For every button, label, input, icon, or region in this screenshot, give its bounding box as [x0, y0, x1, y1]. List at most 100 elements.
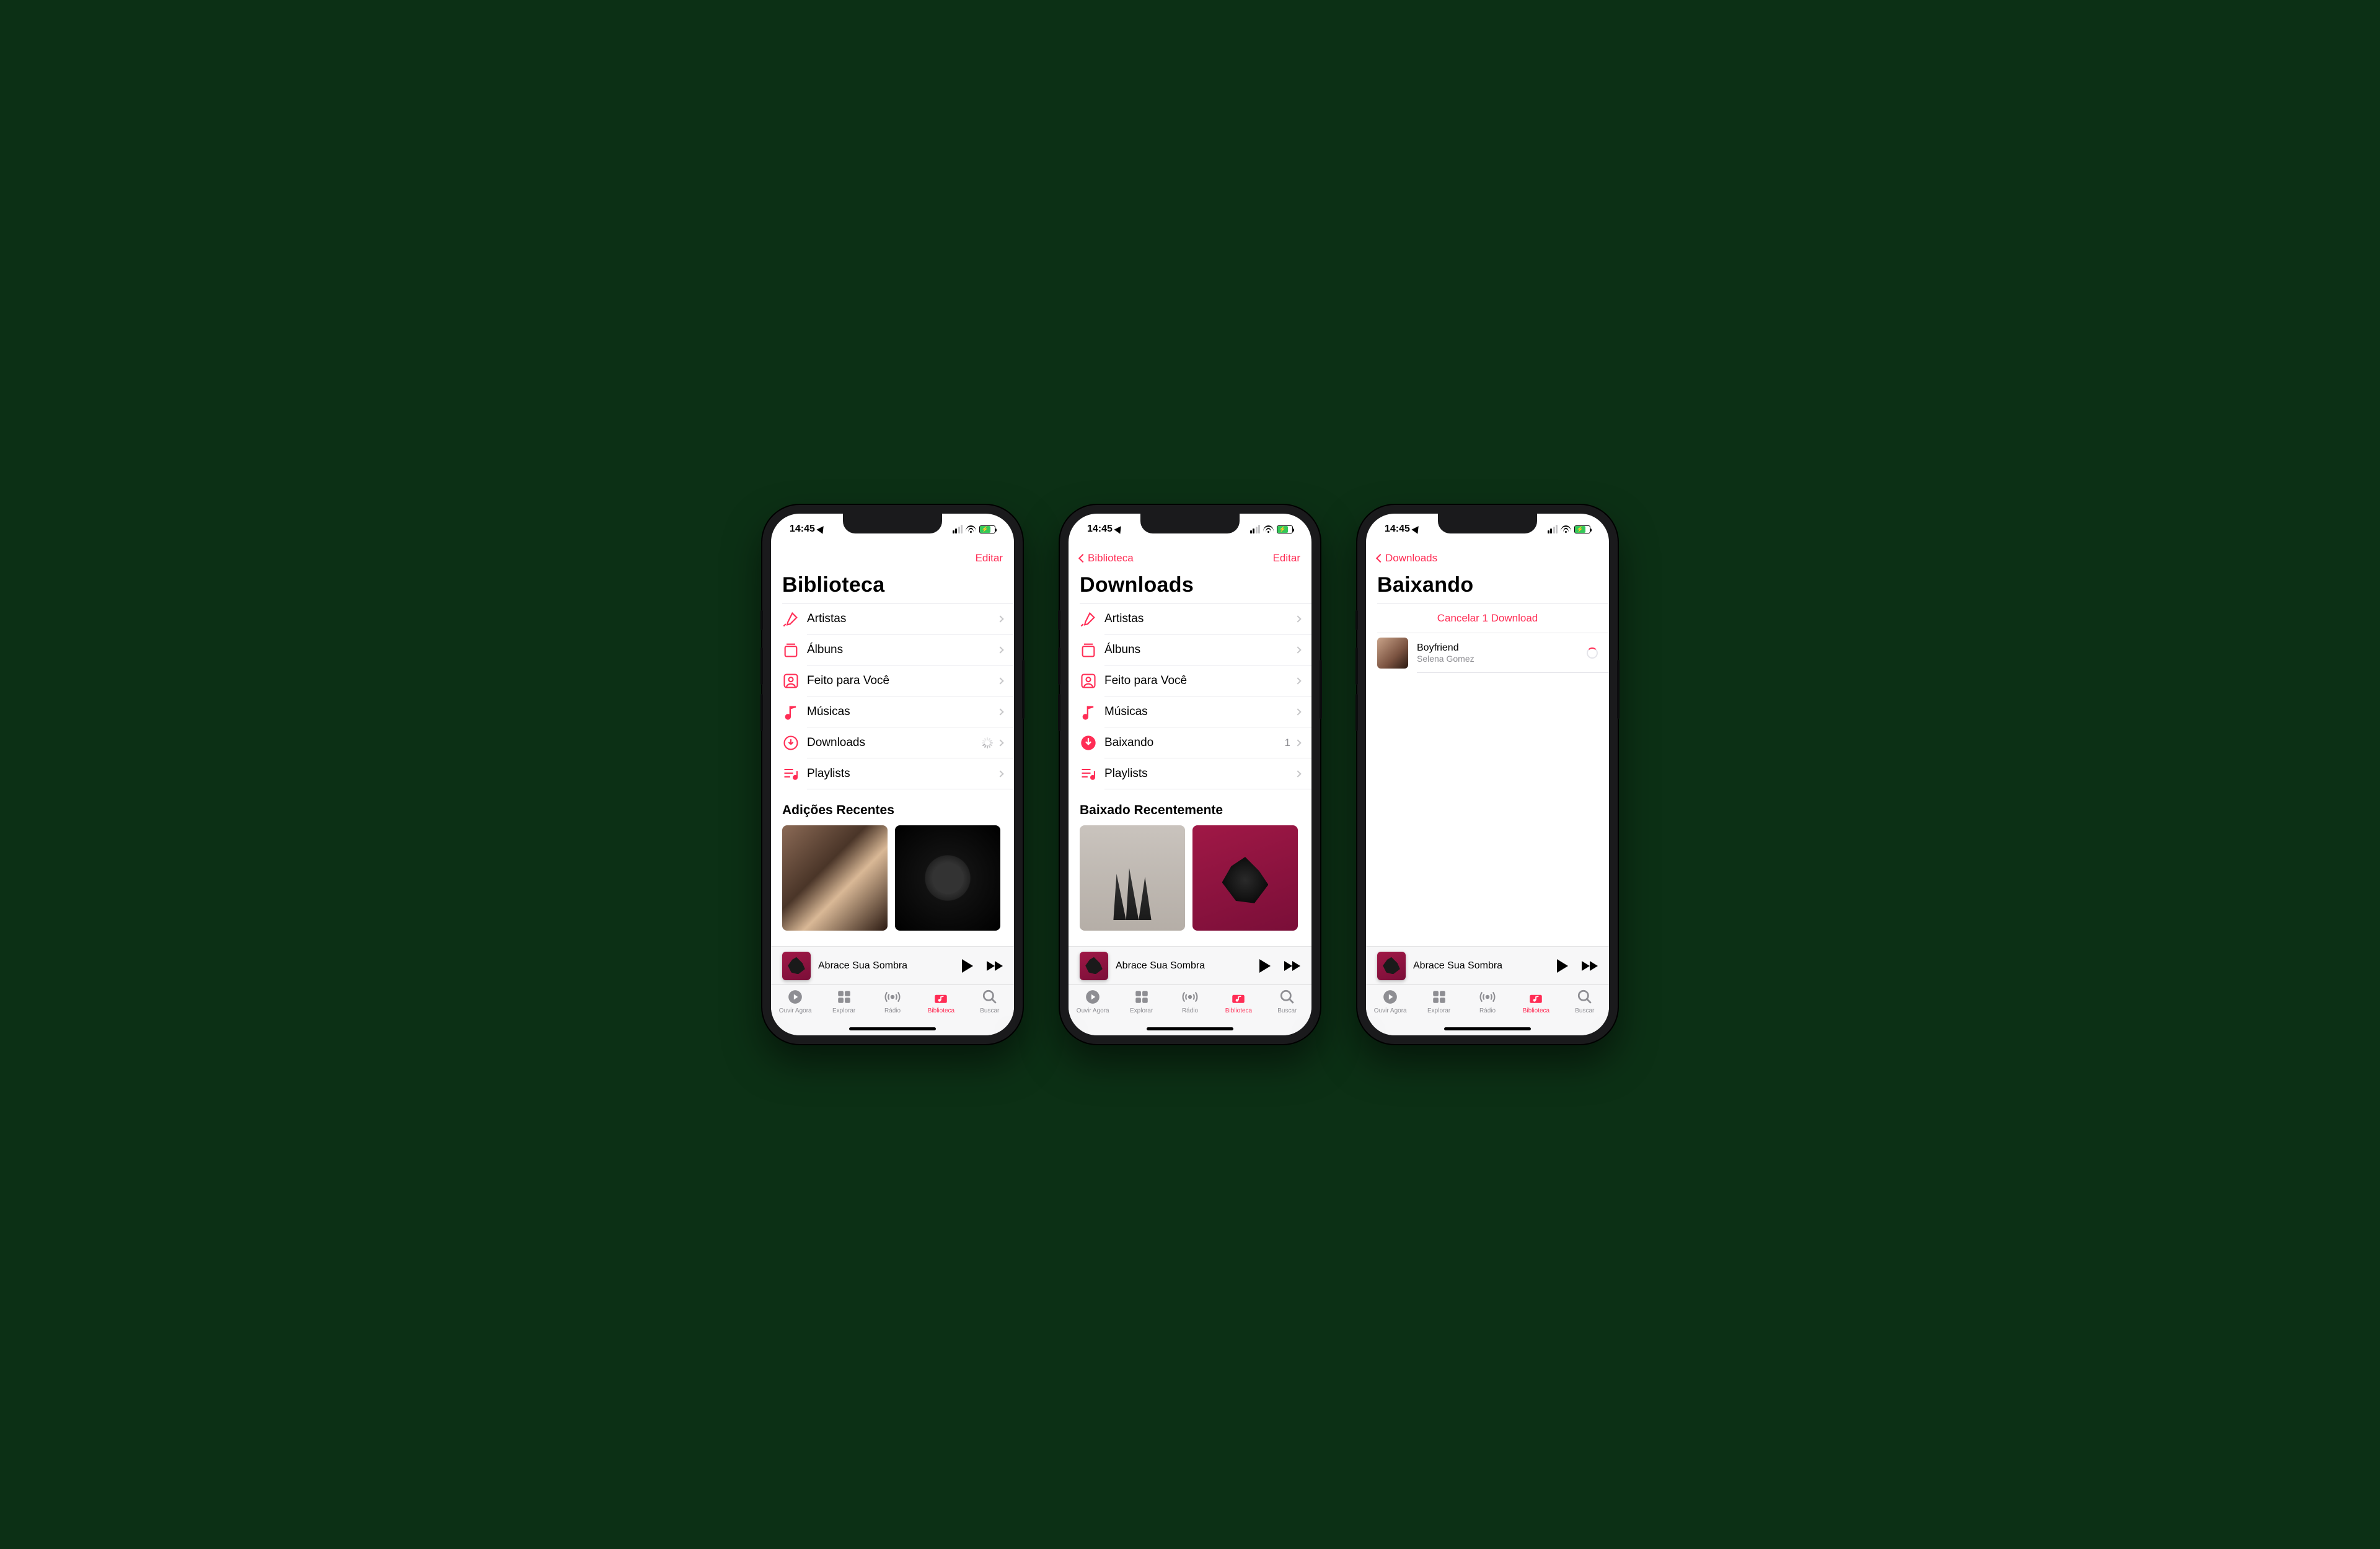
home-indicator[interactable] — [1444, 1027, 1531, 1030]
downloading-count: 1 — [1285, 737, 1290, 749]
wifi-icon — [1561, 525, 1571, 533]
downloads-list: Artistas Álbuns Feito para Você Músicas — [1069, 603, 1311, 789]
play-button[interactable] — [1259, 959, 1271, 973]
albums-icon — [1080, 641, 1097, 659]
tab-listen-now[interactable]: Ouvir Agora — [1069, 989, 1117, 1035]
list-item-songs[interactable]: Músicas — [771, 696, 1014, 727]
music-note-icon — [1080, 703, 1097, 721]
radio-icon — [1479, 989, 1496, 1005]
location-icon — [1411, 524, 1421, 533]
tab-search[interactable]: Buscar — [966, 989, 1014, 1035]
cancel-download-button[interactable]: Cancelar 1 Download — [1366, 603, 1609, 633]
album-art[interactable] — [782, 825, 888, 931]
nav-bar: Editar — [771, 545, 1014, 572]
notch — [1140, 514, 1240, 533]
list-item-artists[interactable]: Artistas — [1069, 603, 1311, 634]
tab-search[interactable]: Buscar — [1263, 989, 1311, 1035]
chevron-right-icon — [1294, 739, 1301, 746]
mini-player[interactable]: Abrace Sua Sombra — [1366, 946, 1609, 985]
forward-button[interactable] — [1582, 961, 1598, 971]
library-list: Artistas Álbuns Feito para Você Músicas — [771, 603, 1014, 789]
signal-icon — [953, 525, 963, 533]
back-button[interactable]: Biblioteca — [1080, 552, 1134, 564]
grid-icon — [836, 989, 852, 1005]
album-art[interactable] — [1080, 825, 1185, 931]
list-item-downloading[interactable]: Baixando 1 — [1069, 727, 1311, 758]
chevron-right-icon — [1294, 708, 1301, 715]
now-playing-title: Abrace Sua Sombra — [1413, 960, 1549, 972]
download-progress-icon[interactable] — [1587, 647, 1598, 659]
back-button[interactable]: Downloads — [1377, 552, 1437, 564]
home-indicator[interactable] — [1147, 1027, 1233, 1030]
notch — [843, 514, 942, 533]
tab-listen-now[interactable]: Ouvir Agora — [1366, 989, 1414, 1035]
list-item-songs[interactable]: Músicas — [1069, 696, 1311, 727]
list-item-artists[interactable]: Artistas — [771, 603, 1014, 634]
chevron-left-icon — [1078, 554, 1087, 563]
chevron-right-icon — [997, 770, 1003, 777]
tab-listen-now[interactable]: Ouvir Agora — [771, 989, 819, 1035]
forward-button[interactable] — [987, 961, 1003, 971]
now-playing-art[interactable] — [782, 952, 811, 980]
list-item-made-for-you[interactable]: Feito para Você — [1069, 665, 1311, 696]
music-note-icon — [782, 703, 800, 721]
list-item-albums[interactable]: Álbuns — [1069, 634, 1311, 665]
phone-library: 14:45 ⚡ Editar Biblioteca Artistas — [762, 505, 1023, 1044]
track-title: Boyfriend — [1417, 643, 1578, 654]
chevron-right-icon — [997, 646, 1003, 653]
nav-bar: Downloads — [1366, 545, 1609, 572]
chevron-left-icon — [1376, 554, 1385, 563]
mini-player[interactable]: Abrace Sua Sombra — [1069, 946, 1311, 985]
battery-icon: ⚡ — [1574, 525, 1590, 533]
battery-icon: ⚡ — [979, 525, 995, 533]
list-item-downloads[interactable]: Downloads — [771, 727, 1014, 758]
play-button[interactable] — [1557, 959, 1568, 973]
search-icon — [1279, 989, 1295, 1005]
list-item-albums[interactable]: Álbuns — [771, 634, 1014, 665]
list-item-playlists[interactable]: Playlists — [1069, 758, 1311, 789]
library-icon — [933, 989, 949, 1005]
list-item-made-for-you[interactable]: Feito para Você — [771, 665, 1014, 696]
forward-button[interactable] — [1284, 961, 1300, 971]
status-time: 14:45 — [1087, 524, 1113, 535]
location-icon — [1114, 524, 1124, 533]
edit-button[interactable]: Editar — [1273, 552, 1300, 564]
home-indicator[interactable] — [849, 1027, 936, 1030]
spinner-icon — [982, 737, 993, 748]
chevron-right-icon — [1294, 677, 1301, 684]
microphone-icon — [1080, 610, 1097, 628]
phone-downloads: 14:45 ⚡ Biblioteca Editar Downloads Arti… — [1060, 505, 1320, 1044]
section-header: Baixado Recentemente — [1080, 803, 1300, 818]
page-title: Baixando — [1377, 573, 1598, 597]
search-icon — [1577, 989, 1593, 1005]
list-item-playlists[interactable]: Playlists — [771, 758, 1014, 789]
chevron-right-icon — [997, 677, 1003, 684]
album-art[interactable] — [895, 825, 1000, 931]
page-title: Biblioteca — [782, 573, 1003, 597]
phone-downloading: 14:45 ⚡ Downloads Baixando Cancelar 1 Do… — [1357, 505, 1618, 1044]
location-icon — [816, 524, 826, 533]
page-title: Downloads — [1080, 573, 1300, 597]
now-playing-art[interactable] — [1080, 952, 1108, 980]
download-item[interactable]: Boyfriend Selena Gomez — [1366, 633, 1609, 673]
status-time: 14:45 — [1385, 524, 1410, 535]
edit-button[interactable]: Editar — [976, 552, 1003, 564]
now-playing-art[interactable] — [1377, 952, 1406, 980]
chevron-right-icon — [1294, 615, 1301, 622]
downloading-icon — [1080, 734, 1097, 752]
download-icon — [782, 734, 800, 752]
playlist-icon — [1080, 765, 1097, 783]
nav-bar: Biblioteca Editar — [1069, 545, 1311, 572]
radio-icon — [1182, 989, 1198, 1005]
play-button[interactable] — [962, 959, 973, 973]
made-for-you-icon — [1080, 672, 1097, 690]
mini-player[interactable]: Abrace Sua Sombra — [771, 946, 1014, 985]
now-playing-title: Abrace Sua Sombra — [818, 960, 954, 972]
library-icon — [1230, 989, 1246, 1005]
status-time: 14:45 — [790, 524, 815, 535]
track-artist: Selena Gomez — [1417, 654, 1578, 664]
recently-downloaded-grid[interactable] — [1080, 825, 1311, 931]
album-art[interactable] — [1192, 825, 1298, 931]
recent-additions-grid[interactable] — [782, 825, 1014, 931]
tab-search[interactable]: Buscar — [1561, 989, 1609, 1035]
